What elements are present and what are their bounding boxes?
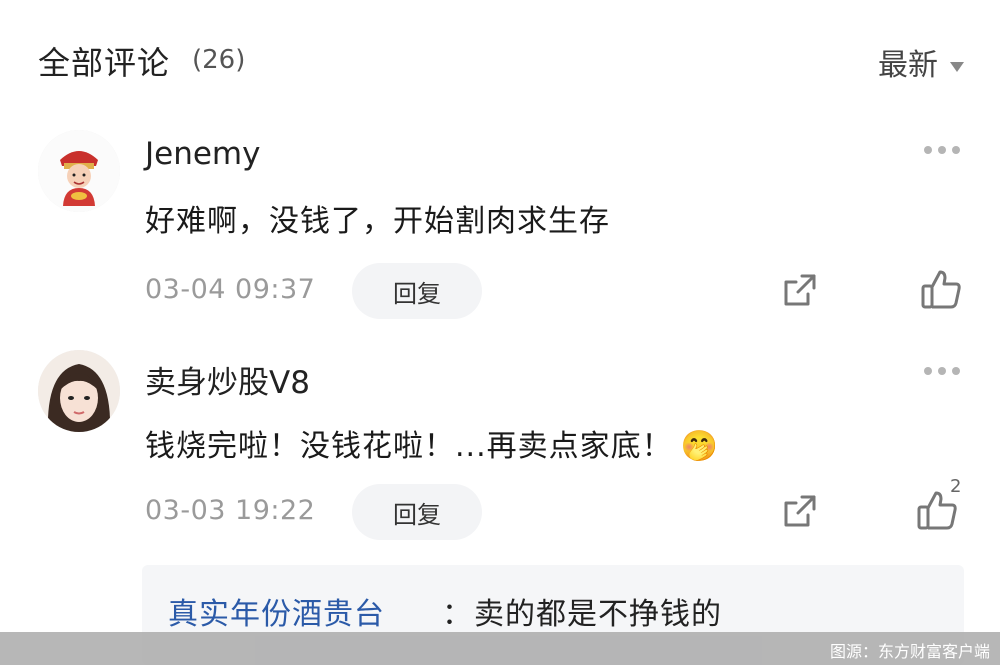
comment-timestamp: 03-04 09:37 (145, 274, 316, 305)
share-icon[interactable] (780, 491, 820, 531)
more-options-icon[interactable] (924, 367, 964, 377)
comment-text-body: 钱烧完啦！没钱花啦！...再卖点家底！ (145, 429, 673, 464)
fortune-god-avatar-icon (38, 130, 120, 212)
sub-reply-username[interactable]: 真实年份酒贵台 (168, 589, 385, 633)
reply-button[interactable]: 回复 (352, 263, 482, 319)
like-count: 2 (950, 476, 962, 497)
girl-avatar-icon (38, 350, 120, 432)
sub-reply-separator: ： (442, 597, 472, 632)
sort-dropdown[interactable]: 最新 (878, 40, 964, 84)
reply-button[interactable]: 回复 (352, 484, 482, 540)
comment-text: 钱烧完啦！没钱花啦！...再卖点家底！ 🤭 (145, 421, 719, 465)
sort-label: 最新 (878, 48, 938, 83)
caret-down-icon (950, 61, 964, 72)
avatar[interactable] (38, 130, 120, 212)
sub-reply-text: 卖的都是不挣钱的 (474, 597, 722, 632)
comments-title: 全部评论 (38, 44, 171, 82)
comment-text: 好难啊，没钱了，开始割肉求生存 (145, 204, 610, 239)
comment-timestamp: 03-03 19:22 (145, 495, 316, 526)
share-icon[interactable] (780, 270, 820, 310)
more-options-icon[interactable] (924, 146, 964, 156)
watermark-text: 图源：东方财富客户端 (829, 642, 990, 661)
comments-count: (26) (192, 45, 246, 75)
thumbs-up-icon[interactable] (918, 266, 964, 312)
comment-username[interactable]: Jenemy (145, 136, 260, 172)
comment-username[interactable]: 卖身炒股V8 (145, 357, 310, 402)
grinning-emoji-icon: 🤭 (680, 429, 719, 464)
comments-header: 全部评论 (26) 最新 (0, 0, 1000, 120)
avatar[interactable] (38, 350, 120, 432)
source-watermark: 图源：东方财富客户端 (0, 632, 1000, 665)
